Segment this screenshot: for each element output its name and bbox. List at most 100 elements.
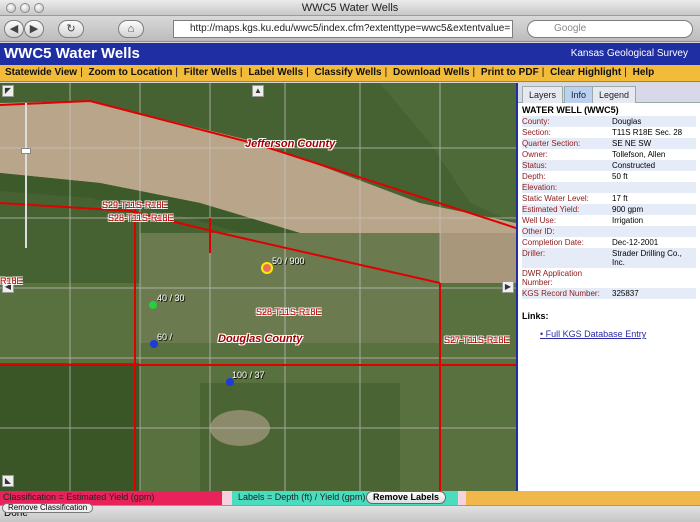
labels-text: Labels = Depth (ft) / Yield (gpm) [238,492,366,502]
classification-text: Classification = Estimated Yield (gpm) [3,492,155,502]
well-label: 50 / 900 [272,256,305,266]
window-titlebar: WWC5 Water Wells [0,0,700,16]
zoom-full-icon[interactable]: ◣ [2,475,14,487]
menu-clear-highlight[interactable]: Clear Highlight [547,65,624,81]
zoom-slider-handle[interactable] [21,148,31,154]
legend-gap [222,491,232,505]
home-button[interactable]: ⌂ [118,20,144,38]
search-input[interactable]: Google [527,20,693,38]
info-value: Dec-12-2001 [612,238,659,247]
info-row: Driller: Strader Drilling Co., Inc. [522,248,696,268]
menu-statewide-view[interactable]: Statewide View [2,65,80,81]
info-key: Owner: [522,150,548,159]
remove-labels-button[interactable]: Remove Labels [366,491,447,504]
menu-print-to-pdf[interactable]: Print to PDF [478,65,542,81]
info-key: Other ID: [522,227,555,236]
info-table: County: Douglas Section: T11S R18E Sec. 28 Q… [522,116,696,299]
menu-help[interactable]: Help [630,65,658,81]
section-label: R18E [0,276,23,286]
info-value: 17 ft [612,194,628,203]
browser-toolbar: ◀ ▶ ↻ ⌂ http://maps.kgs.ku.edu/wwc5/inde… [0,16,700,42]
menu-zoom-to-location[interactable]: Zoom to Location [85,65,175,81]
info-key: KGS Record Number: [522,289,600,298]
tab-info[interactable]: Info [564,86,594,103]
tab-layers[interactable]: Layers [522,86,564,103]
menu-classify-wells[interactable]: Classify Wells [312,65,385,81]
section-label: S29-T11S-R18E [102,200,168,210]
info-row: Elevation: [522,182,696,193]
links-heading: Links: [522,311,549,321]
info-key: DWR Application Number: [522,269,583,287]
info-value: 50 ft [612,172,628,181]
kgs-database-link[interactable]: • Full KGS Database Entry [540,329,696,339]
info-value [612,183,696,192]
info-value [612,269,696,287]
url-text: http://maps.kgs.ku.edu/wwc5/index.cfm?ex… [190,23,511,34]
app-header: WWC5 Water Wells Kansas Geological Surve… [0,43,700,65]
map-view[interactable]: ▲ ◀ ▶ ◤ ◣ Jefferson County Douglas Count… [0,83,516,491]
info-row: Estimated Yield: 900 gpm [522,204,696,215]
info-value: 325837 [612,289,639,298]
info-key: Section: [522,128,551,137]
info-key: Estimated Yield: [522,205,580,214]
info-key: Elevation: [522,183,558,192]
app-title: WWC5 Water Wells [4,45,140,62]
info-key: County: [522,117,550,126]
reload-icon: ↻ [66,23,76,35]
back-arrow-icon: ◀ [9,23,19,35]
info-key: Depth: [522,172,546,181]
info-key: Driller: [522,249,546,258]
overview-toggle-icon[interactable]: ◤ [2,85,14,97]
info-key: Status: [522,161,547,170]
well-info: WATER WELL (WWC5) County: Douglas Section:… [518,103,700,339]
info-heading: WATER WELL (WWC5) [522,105,619,115]
info-row: Status: Constructed [522,160,696,171]
browser-statusbar: Done [0,505,700,522]
info-row: Owner: Tollefson, Allen [522,149,696,160]
info-row: Quarter Section: SE NE SW [522,138,696,149]
info-row: KGS Record Number: 325837 [522,288,696,299]
info-panel: Layers Info Legend WATER WELL (WWC5) Cou… [516,83,700,491]
info-key: Static Water Level: [522,194,589,203]
info-value [612,227,696,236]
kgs-database-link-text[interactable]: Full KGS Database Entry [546,329,647,339]
well-marker[interactable] [149,301,157,309]
info-key: Completion Date: [522,238,584,247]
zoom-window-icon[interactable] [34,3,44,13]
reload-button[interactable]: ↻ [58,20,84,38]
section-label: S28-T11S-R18E [256,307,322,317]
info-value: Strader Drilling Co., Inc. [612,249,682,267]
pan-right-icon[interactable]: ▶ [502,281,514,293]
org-name[interactable]: Kansas Geological Survey [571,48,688,59]
menu-label-wells[interactable]: Label Wells [245,65,306,81]
app-menu: Statewide View | Zoom to Location | Filter… [0,65,700,82]
search-placeholder: Google [554,23,587,34]
forward-button[interactable]: ▶ [24,20,44,38]
info-value: Douglas [612,117,642,126]
well-label: 100 / 37 [232,370,265,380]
county-label: Douglas County [218,333,303,345]
zoom-slider[interactable] [20,103,32,248]
close-window-icon[interactable] [6,3,16,13]
info-row: County: Douglas [522,116,696,127]
back-button[interactable]: ◀ [4,20,24,38]
info-key: Quarter Section: [522,139,581,148]
window-title: WWC5 Water Wells [301,2,399,14]
pan-up-icon[interactable]: ▲ [252,85,264,97]
legend-bar: Classification = Estimated Yield (gpm) L… [0,491,700,505]
menu-filter-wells[interactable]: Filter Wells [181,65,240,81]
panel-tabs: Layers Info Legend [518,83,700,103]
info-key: Well Use: [522,216,557,225]
address-bar[interactable]: http://maps.kgs.ku.edu/wwc5/index.cfm?ex… [173,20,513,38]
info-value: SE NE SW [612,139,652,148]
minimize-window-icon[interactable] [20,3,30,13]
remove-classification-button[interactable]: Remove Classification [2,503,94,513]
section-label: S28-T11S-R18E [108,213,174,223]
section-label: S27-T11S-R18E [444,335,510,345]
info-row: Section: T11S R18E Sec. 28 [522,127,696,138]
info-row: Depth: 50 ft [522,171,696,182]
forward-arrow-icon: ▶ [29,23,39,35]
tab-legend[interactable]: Legend [592,86,637,103]
menu-download-wells[interactable]: Download Wells [390,65,473,81]
info-value: T11S R18E Sec. 28 [612,128,683,137]
